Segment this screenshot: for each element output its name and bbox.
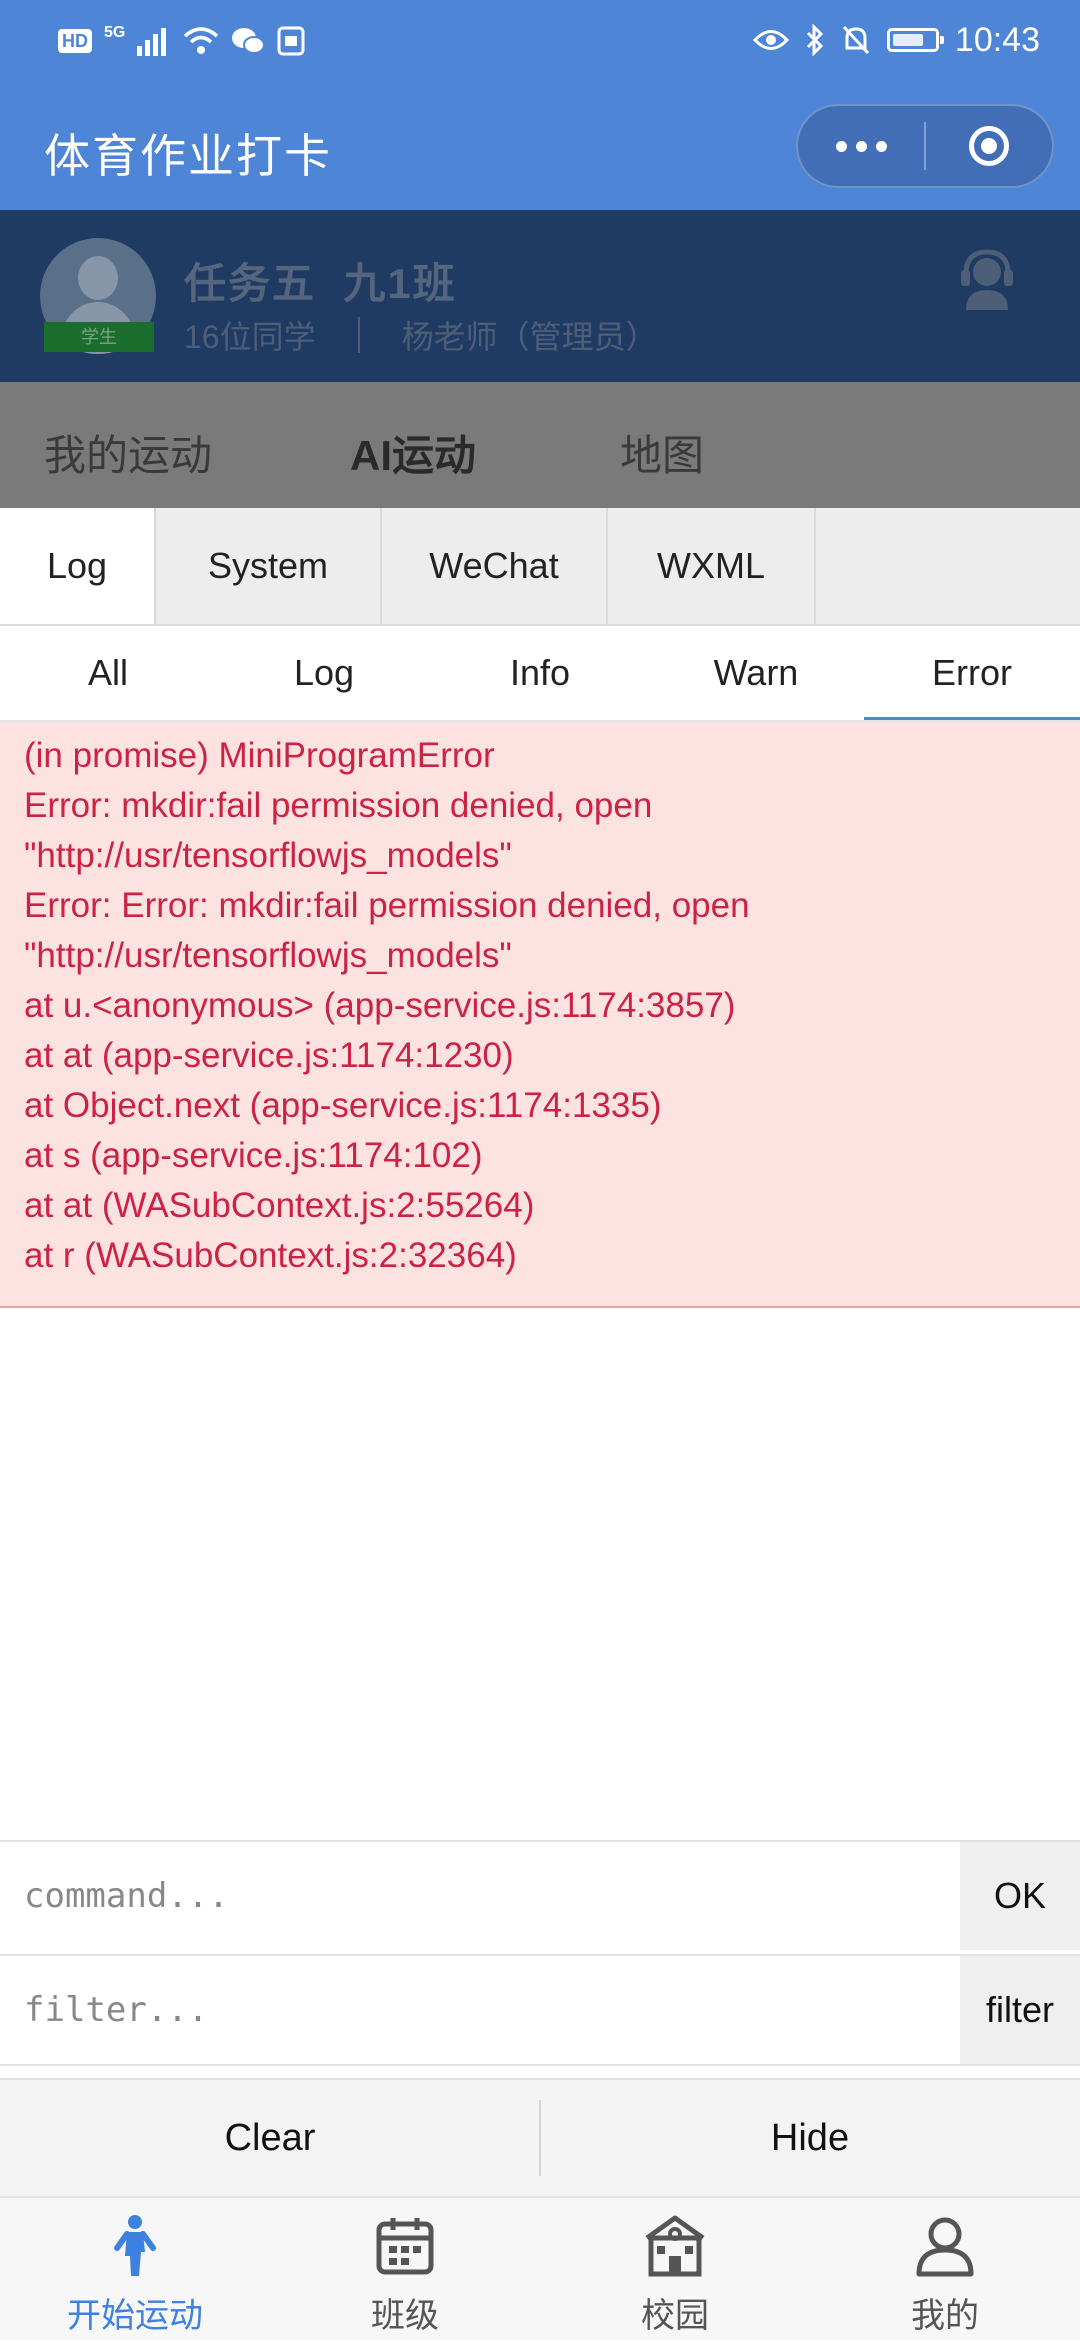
target-circle-icon <box>969 126 1009 166</box>
role-badge: 学生 <box>44 322 154 352</box>
error-log-entry[interactable]: (in promise) MiniProgramError Error: mkd… <box>0 722 1080 1308</box>
clock: 10:43 <box>954 20 1040 59</box>
nav-item-me[interactable]: 我的 <box>810 2198 1080 2342</box>
hide-button[interactable]: Hide <box>540 2080 1080 2196</box>
error-line: (in promise) MiniProgramError <box>24 736 495 775</box>
page-title: 体育作业打卡 <box>44 130 332 182</box>
vconsole-tab-system[interactable]: System <box>156 508 382 624</box>
close-miniprogram-button[interactable] <box>926 106 1052 186</box>
nav-label: 班级 <box>371 2297 439 2335</box>
wechat-icon <box>232 28 266 54</box>
task-class-name: 任务五 九1班 <box>184 260 457 307</box>
error-line: at s (app-service.js:1174:102) <box>24 1136 483 1175</box>
mute-bell-icon <box>842 25 870 55</box>
nav-label: 我的 <box>911 2297 979 2335</box>
customer-service-icon[interactable] <box>952 244 1022 314</box>
level-tab-info[interactable]: Info <box>432 626 648 720</box>
error-line: "http://usr/tensorflowjs_models" <box>24 836 512 875</box>
nav-item-start-sport[interactable]: 开始运动 <box>0 2198 270 2342</box>
error-line: at Object.next (app-service.js:1174:1335… <box>24 1086 662 1125</box>
class-header: 学生 任务五 九1班 16位同学 杨老师（管理员） <box>0 210 1080 382</box>
status-icons-left: HD 5G <box>58 20 305 62</box>
error-line: Error: mkdir:fail permission denied, ope… <box>24 786 653 825</box>
vconsole-tabs: Log System WeChat WXML <box>0 508 1080 626</box>
page-tabs: 我的运动 AI运动 地图 <box>0 382 1080 508</box>
command-ok-button[interactable]: OK <box>960 1842 1080 1950</box>
network-type: 5G <box>104 24 126 41</box>
command-row: OK <box>0 1840 1080 1952</box>
signal-icon <box>137 28 167 56</box>
nav-label: 开始运动 <box>67 2297 203 2335</box>
tab-ai-sports[interactable]: AI运动 <box>350 422 476 483</box>
filter-row: filter <box>0 1954 1080 2066</box>
student-count: 16位同学 <box>184 319 316 355</box>
miniprogram-capsule <box>796 104 1054 188</box>
filter-input[interactable] <box>0 1956 960 2064</box>
nav-label: 校园 <box>641 2297 709 2335</box>
battery-icon <box>886 28 944 52</box>
filter-button[interactable]: filter <box>960 1956 1080 2064</box>
wifi-icon <box>184 27 219 54</box>
class-meta: 16位同学 杨老师（管理员） <box>184 312 658 358</box>
bottom-nav: 开始运动 班级 校园 我的 <box>0 2196 1080 2340</box>
school-icon <box>645 2215 705 2277</box>
command-input[interactable] <box>0 1842 960 1950</box>
error-line: at r (WASubContext.js:2:32364) <box>24 1236 517 1275</box>
vconsole-tab-wxml[interactable]: WXML <box>608 508 816 624</box>
level-tab-all[interactable]: All <box>0 626 216 720</box>
vconsole-action-bar: Clear Hide <box>0 2078 1080 2196</box>
error-line: at u.<anonymous> (app-service.js:1174:38… <box>24 986 736 1025</box>
log-level-tabs: All Log Info Warn Error <box>0 626 1080 722</box>
level-tab-warn[interactable]: Warn <box>648 626 864 720</box>
status-icons-right: 10:43 <box>752 18 1040 62</box>
clear-button[interactable]: Clear <box>0 2080 540 2196</box>
vconsole-tab-wechat[interactable]: WeChat <box>382 508 608 624</box>
bluetooth-icon <box>806 24 824 56</box>
title-bar: 体育作业打卡 <box>0 80 1080 210</box>
tab-my-sports[interactable]: 我的运动 <box>44 422 212 483</box>
nav-item-campus[interactable]: 校园 <box>540 2198 810 2342</box>
level-tab-error[interactable]: Error <box>864 626 1080 720</box>
user-icon <box>916 2217 974 2277</box>
hd-indicator: HD <box>58 29 92 53</box>
tab-map[interactable]: 地图 <box>620 422 704 483</box>
more-button[interactable] <box>798 106 924 186</box>
app-notification-icon <box>277 26 305 56</box>
error-line: "http://usr/tensorflowjs_models" <box>24 936 512 975</box>
eye-icon <box>752 30 789 50</box>
level-tab-log[interactable]: Log <box>216 626 432 720</box>
error-line: Error: Error: mkdir:fail permission deni… <box>24 886 750 925</box>
vconsole-tab-log[interactable]: Log <box>0 508 156 624</box>
teacher-name: 杨老师（管理员） <box>401 319 658 355</box>
error-line: at at (WASubContext.js:2:55264) <box>24 1186 535 1225</box>
status-bar: HD 5G 10:43 <box>0 0 1080 80</box>
log-output[interactable]: (in promise) MiniProgramError Error: mkd… <box>0 722 1080 1840</box>
error-line: at at (app-service.js:1174:1230) <box>24 1036 514 1075</box>
more-dots-icon <box>835 140 887 152</box>
runner-icon <box>114 2215 156 2276</box>
meta-divider <box>357 317 360 353</box>
nav-item-class[interactable]: 班级 <box>270 2198 540 2342</box>
calendar-icon <box>376 2218 434 2275</box>
